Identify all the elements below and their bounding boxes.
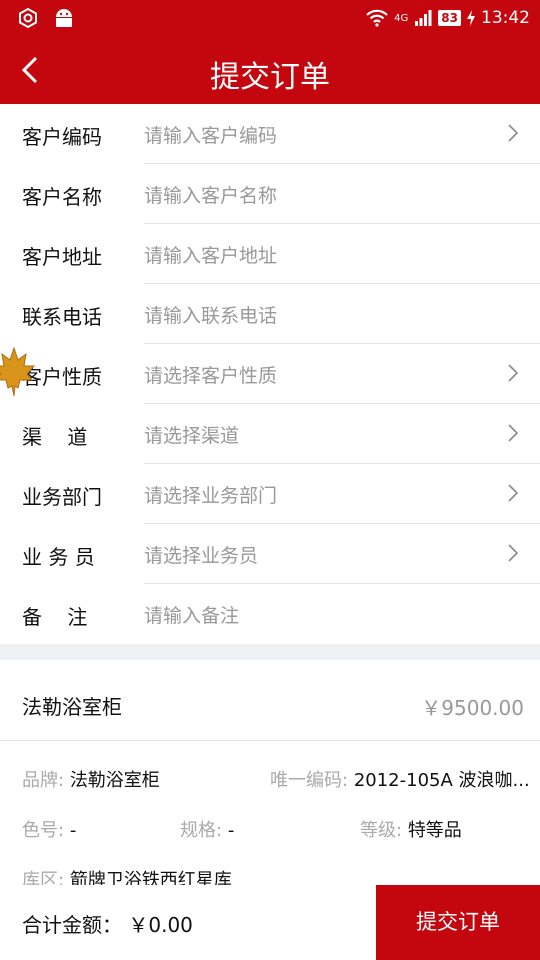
product-name: 法勒浴室柜 [22, 695, 122, 719]
wifi-icon [366, 9, 388, 27]
field-label: 客户地址 [22, 245, 102, 269]
field-label: 业 务 员 [22, 545, 95, 569]
chevron-right-icon [508, 364, 518, 382]
department-select[interactable]: 请选择业务部门 [144, 481, 277, 508]
chevron-right-icon [508, 484, 518, 502]
settings-ring-icon [19, 8, 37, 28]
code-label: 唯一编码: [270, 770, 349, 791]
field-label: 联系电话 [22, 305, 102, 329]
product-price: ￥9500.00 [421, 696, 524, 720]
brand-label: 品牌: [22, 770, 65, 791]
customer-name-input[interactable]: 请输入客户名称 [144, 181, 277, 208]
spec-value: - [227, 820, 235, 841]
app-header: 提交订单 [0, 36, 540, 104]
customer-code-input[interactable]: 请输入客户编码 [144, 121, 277, 148]
field-label: 备 注 [22, 605, 88, 629]
remark-input[interactable]: 请输入备注 [144, 601, 239, 628]
submit-order-button[interactable]: 提交订单 [376, 885, 540, 960]
color-detail: 色号: - [22, 816, 76, 842]
maple-leaf-icon [0, 346, 36, 397]
customer-type-select[interactable]: 请选择客户性质 [144, 361, 277, 388]
total-label: 合计金额： [22, 913, 122, 937]
customer-type-row[interactable]: 客户性质 请选择客户性质 [0, 344, 540, 404]
grade-value: 特等品 [407, 820, 462, 841]
customer-address-row[interactable]: 客户地址 请输入客户地址 [0, 224, 540, 284]
battery-level: 83 [438, 10, 461, 26]
spec-detail: 规格: - [180, 816, 234, 842]
spec-label: 规格: [180, 820, 223, 841]
brand-value: 法勒浴室柜 [69, 770, 160, 791]
grade-label: 等级: [360, 820, 403, 841]
product-header: 法勒浴室柜 ￥9500.00 [0, 660, 540, 741]
department-row[interactable]: 业务部门 请选择业务部门 [0, 464, 540, 524]
chevron-right-icon [508, 124, 518, 142]
bottom-bar: 合计金额： ￥0.00 提交订单 [0, 885, 540, 960]
signal-icon [415, 10, 432, 26]
chevron-right-icon [508, 544, 518, 562]
field-label: 业务部门 [22, 485, 102, 509]
network-type: 4G [394, 12, 409, 24]
code-detail: 唯一编码: 2012-105A 波浪咖... [270, 766, 530, 792]
section-gap [0, 644, 540, 660]
clock: 13:42 [481, 8, 530, 28]
brand-detail: 品牌: 法勒浴室柜 [22, 766, 160, 792]
contact-phone-input[interactable]: 请输入联系电话 [144, 301, 277, 328]
channel-row[interactable]: 渠 道 请选择渠道 [0, 404, 540, 464]
field-label: 客户编码 [22, 125, 102, 149]
page-title: 提交订单 [210, 60, 330, 95]
remark-row[interactable]: 备 注 请输入备注 [0, 584, 540, 644]
code-value: 2012-105A 波浪咖... [353, 770, 530, 791]
total-value: ￥0.00 [128, 913, 193, 937]
charging-icon [467, 10, 475, 26]
grade-detail: 等级: 特等品 [360, 816, 462, 842]
chevron-right-icon [508, 424, 518, 442]
salesperson-row[interactable]: 业 务 员 请选择业务员 [0, 524, 540, 584]
color-label: 色号: [22, 820, 65, 841]
salesperson-select[interactable]: 请选择业务员 [144, 541, 258, 568]
android-icon [56, 9, 72, 27]
channel-select[interactable]: 请选择渠道 [144, 421, 239, 448]
customer-address-input[interactable]: 请输入客户地址 [144, 241, 277, 268]
customer-name-row[interactable]: 客户名称 请输入客户名称 [0, 164, 540, 224]
status-bar: 4G 83 13:42 [0, 0, 540, 36]
contact-phone-row[interactable]: 联系电话 请输入联系电话 [0, 284, 540, 344]
total-amount: 合计金额： ￥0.00 [22, 909, 193, 938]
customer-code-row[interactable]: 客户编码 请输入客户编码 [0, 104, 540, 164]
field-label: 渠 道 [22, 425, 88, 449]
order-form: 客户编码 请输入客户编码 客户名称 请输入客户名称 客户地址 请输入客户地址 联… [0, 104, 540, 644]
color-value: - [69, 820, 77, 841]
field-label: 客户名称 [22, 185, 102, 209]
